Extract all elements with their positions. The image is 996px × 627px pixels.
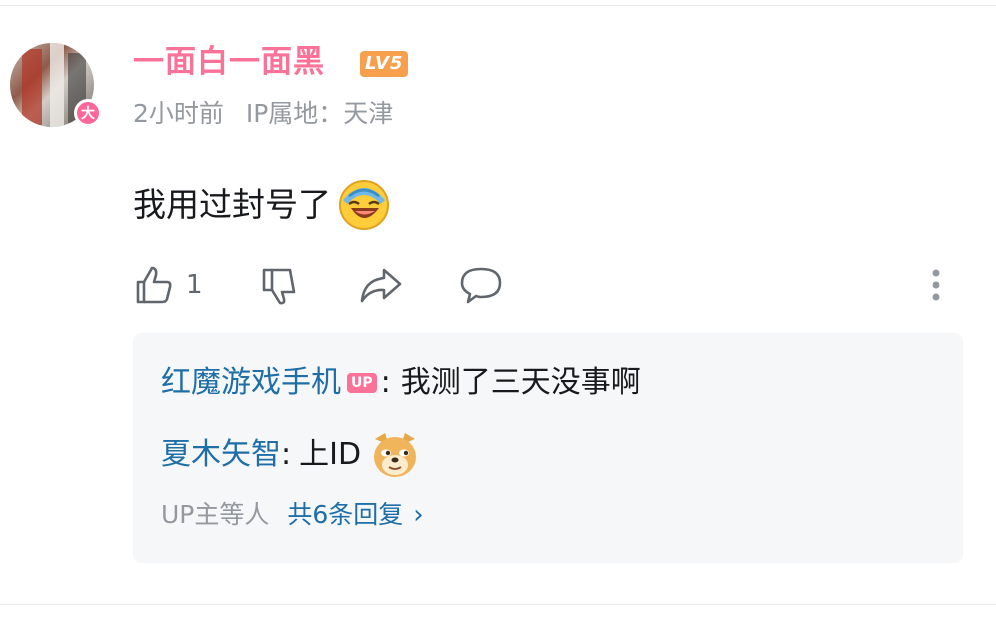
more-button[interactable] (926, 260, 946, 310)
doge-emoji-icon (374, 433, 417, 477)
reply-button[interactable] (458, 260, 504, 310)
share-button[interactable] (358, 260, 404, 310)
comment-time: 2小时前 (133, 99, 224, 128)
more-icon (932, 269, 940, 301)
like-icon (136, 266, 172, 304)
laughing-emoji-icon (339, 180, 389, 230)
reply-author[interactable]: 红魔游戏手机 (161, 361, 341, 405)
reply-preview-box[interactable]: 红魔游戏手机 UP : 我测了三天没事啊 夏木矢智 : 上ID UP主等人 共6… (133, 333, 963, 563)
chevron-right-icon: › (413, 500, 424, 530)
comment-actions: 1 (130, 260, 970, 310)
up-badge: UP (347, 373, 377, 393)
comment-meta: 2小时前 IP属地：天津 (133, 96, 407, 132)
like-count: 1 (186, 270, 203, 300)
bottom-divider (0, 604, 996, 605)
reply-item[interactable]: 红魔游戏手机 UP : 我测了三天没事啊 (161, 361, 641, 405)
reply-item[interactable]: 夏木矢智 : 上ID (161, 429, 421, 481)
dislike-icon (262, 268, 296, 305)
top-divider (0, 5, 996, 6)
reply-author[interactable]: 夏木矢智 (161, 433, 281, 477)
comment-icon (460, 267, 502, 304)
view-all-replies[interactable]: UP主等人 共6条回复 › (161, 495, 424, 535)
ip-location: IP属地：天津 (245, 99, 394, 128)
like-button[interactable]: 1 (132, 260, 203, 310)
level-badge: LV5 (360, 51, 409, 77)
reply-count-link[interactable]: 共6条回复 (287, 495, 403, 535)
share-icon (360, 268, 402, 303)
reply-separator: : (380, 365, 391, 400)
dislike-button[interactable] (260, 260, 302, 310)
username[interactable]: 一面白一面黑 (133, 40, 325, 84)
reply-separator: : (281, 437, 292, 472)
reply-text: 我测了三天没事啊 (400, 365, 641, 400)
avatar[interactable]: 大 (10, 43, 102, 129)
comment-text: 我用过封号了 (133, 185, 331, 224)
reply-participants: UP主等人 (161, 500, 270, 529)
reply-text: 上ID (299, 437, 362, 472)
comment-content: 我用过封号了 (133, 178, 391, 232)
vip-badge: 大 (74, 99, 102, 127)
